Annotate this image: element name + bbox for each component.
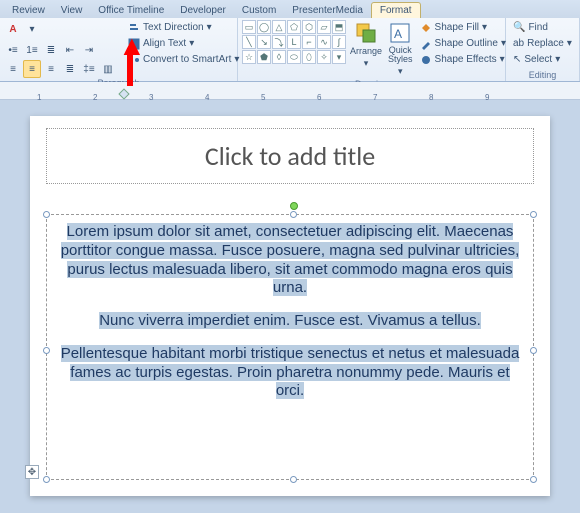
font-color-button[interactable]: A <box>4 20 22 38</box>
selection-handle[interactable] <box>290 476 297 483</box>
select-button[interactable]: ↖Select ▾ <box>510 52 575 67</box>
selection-handle[interactable] <box>530 476 537 483</box>
annotation-arrow-stem <box>127 48 133 86</box>
body-placeholder[interactable]: Lorem ipsum dolor sit amet, consectetuer… <box>46 214 534 480</box>
decrease-indent-button[interactable]: ⇤ <box>61 41 79 59</box>
move-grip-icon[interactable]: ✥ <box>25 465 39 479</box>
convert-smartart-label: Convert to SmartArt <box>143 54 231 65</box>
paragraph-text: Lorem ipsum dolor sit amet, consectetuer… <box>61 223 520 296</box>
quick-styles-label: Quick Styles <box>388 46 413 64</box>
group-label-editing: Editing <box>510 70 575 81</box>
group-paragraph: A ▾ •≡ 1≡ ≣ ⇤ ⇥ ≡ ≡ ≡ ≣ ‡≡ ▥ <box>0 18 238 81</box>
arrange-button[interactable]: Arrange▾ <box>348 20 384 71</box>
tab-view[interactable]: View <box>53 3 91 18</box>
svg-text:A: A <box>394 27 402 41</box>
text-direction-label: Text Direction <box>143 22 204 33</box>
tab-review[interactable]: Review <box>4 3 53 18</box>
effects-icon <box>420 54 432 66</box>
shape-outline-label: Shape Outline <box>435 38 498 49</box>
align-text-label: Align Text <box>143 38 186 49</box>
selection-handle[interactable] <box>530 211 537 218</box>
bucket-icon <box>420 22 432 34</box>
slide-workspace: Click to add title Lorem ipsum dolor sit… <box>0 100 580 513</box>
text-direction-button[interactable]: Text Direction ▾ <box>125 20 242 35</box>
shape-fill-button[interactable]: Shape Fill ▾ <box>417 20 509 35</box>
numbering-button[interactable]: 1≡ <box>23 41 41 59</box>
justify-button[interactable]: ≣ <box>61 60 79 78</box>
replace-button[interactable]: abReplace ▾ <box>510 36 575 51</box>
group-editing: 🔍Find abReplace ▾ ↖Select ▾ Editing <box>506 18 580 81</box>
tab-format[interactable]: Format <box>371 2 421 18</box>
shape-outline-button[interactable]: Shape Outline ▾ <box>417 36 509 51</box>
paragraph-text: Pellentesque habitant morbi tristique se… <box>61 345 520 400</box>
group-drawing: ▭◯△⬠⬡▱⬒ ╲↘⤵L⌐∿∫ ☆⬟◊⬭⬯✧▾ Arrange▾ A Quick… <box>238 18 506 81</box>
convert-smartart-button[interactable]: Convert to SmartArt ▾ <box>125 52 242 67</box>
selection-handle[interactable] <box>290 211 297 218</box>
multilevel-button[interactable]: ≣ <box>42 41 60 59</box>
arrange-label: Arrange <box>350 46 382 56</box>
tab-presentermedia[interactable]: PresenterMedia <box>284 3 371 18</box>
selection-handle[interactable] <box>43 476 50 483</box>
shape-fill-label: Shape Fill <box>435 22 479 33</box>
replace-label: Replace <box>527 38 564 49</box>
shapes-gallery[interactable]: ▭◯△⬠⬡▱⬒ ╲↘⤵L⌐∿∫ ☆⬟◊⬭⬯✧▾ <box>242 20 346 64</box>
tab-office-timeline[interactable]: Office Timeline <box>90 3 172 18</box>
selection-handle[interactable] <box>43 347 50 354</box>
tab-custom[interactable]: Custom <box>234 3 284 18</box>
ribbon: A ▾ •≡ 1≡ ≣ ⇤ ⇥ ≡ ≡ ≡ ≣ ‡≡ ▥ <box>0 18 580 82</box>
quick-styles-button[interactable]: A Quick Styles▾ <box>386 20 415 79</box>
select-label: Select <box>524 54 552 65</box>
find-label: Find <box>528 22 547 33</box>
horizontal-ruler[interactable]: 1 2 3 4 5 6 7 8 9 <box>0 82 580 100</box>
align-right-button[interactable]: ≡ <box>42 60 60 78</box>
bullets-button[interactable]: •≡ <box>4 41 22 59</box>
align-text-button[interactable]: Align Text ▾ <box>125 36 242 51</box>
columns-button[interactable]: ▥ <box>99 60 117 78</box>
cursor-icon: ↖ <box>513 54 521 65</box>
quick-styles-icon: A <box>389 22 411 44</box>
selection-handle[interactable] <box>43 211 50 218</box>
ribbon-tabs: Review View Office Timeline Developer Cu… <box>0 0 580 18</box>
shape-effects-label: Shape Effects <box>435 54 497 65</box>
line-spacing-button[interactable]: ‡≡ <box>80 60 98 78</box>
arrange-icon <box>355 22 377 44</box>
align-center-button[interactable]: ≡ <box>23 60 41 78</box>
tab-developer[interactable]: Developer <box>172 3 234 18</box>
pen-icon <box>420 38 432 50</box>
align-left-button[interactable]: ≡ <box>4 60 22 78</box>
paragraph-text: Nunc viverra imperdiet enim. Fusce est. … <box>99 312 481 329</box>
selection-handle[interactable] <box>530 347 537 354</box>
slide: Click to add title Lorem ipsum dolor sit… <box>30 116 550 496</box>
rotation-handle[interactable] <box>290 202 298 210</box>
replace-icon: ab <box>513 38 524 49</box>
shape-effects-button[interactable]: Shape Effects ▾ <box>417 52 509 67</box>
dropdown-icon[interactable]: ▾ <box>23 20 41 38</box>
increase-indent-button[interactable]: ⇥ <box>80 41 98 59</box>
binoculars-icon: 🔍 <box>513 22 525 33</box>
title-placeholder[interactable]: Click to add title <box>46 128 534 184</box>
find-button[interactable]: 🔍Find <box>510 20 575 35</box>
